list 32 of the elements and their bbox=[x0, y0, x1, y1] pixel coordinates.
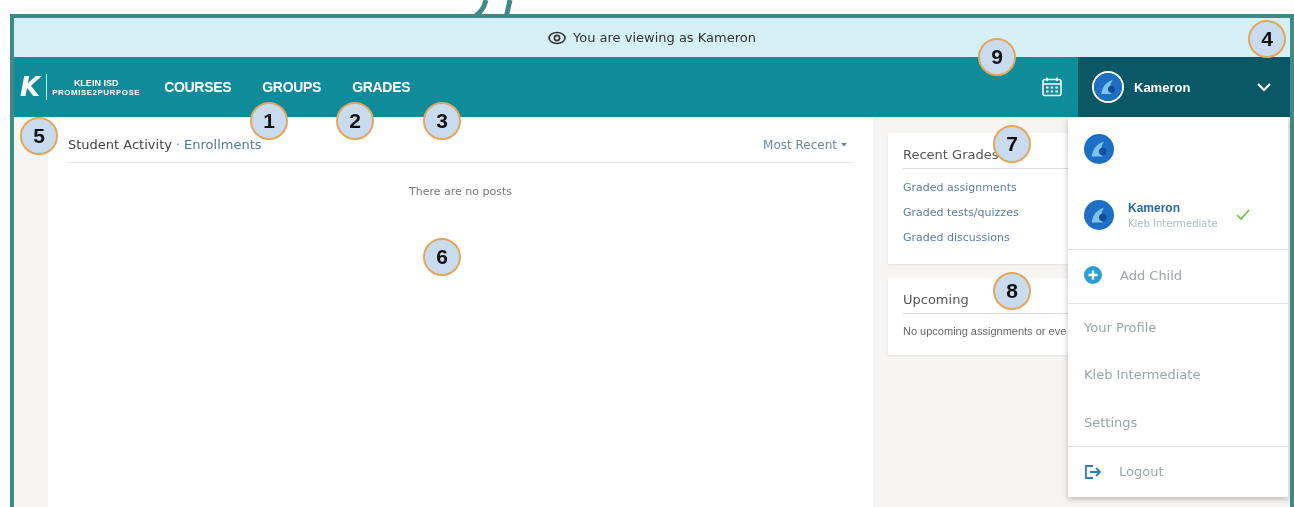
enrollments-link[interactable]: Enrollments bbox=[184, 137, 262, 152]
account-item[interactable]: Kameron Kleb Intermediate bbox=[1068, 180, 1288, 250]
nav-link[interactable]: GRADES bbox=[352, 79, 411, 95]
empty-message: No upcoming assignments or eve bbox=[903, 324, 1067, 339]
empty-message: There are no posts bbox=[408, 185, 513, 198]
eye-icon bbox=[548, 30, 567, 45]
logout-item[interactable]: Logout bbox=[1068, 445, 1288, 497]
avatar-icon bbox=[1092, 71, 1124, 103]
logo-tagline: PROMISE2PURPOSE bbox=[52, 87, 141, 97]
account-school: Kleb Intermediate bbox=[1128, 217, 1219, 229]
calendar-icon bbox=[1042, 77, 1062, 97]
plus-icon bbox=[1084, 266, 1102, 285]
sort-dropdown[interactable]: Most Recent bbox=[763, 137, 847, 152]
avatar-icon bbox=[1084, 133, 1114, 164]
avatar-icon bbox=[1084, 199, 1114, 230]
add-child-item[interactable]: Add Child bbox=[1068, 249, 1288, 301]
banner-text: You are viewing as Kameron bbox=[573, 30, 756, 45]
logout-icon bbox=[1084, 463, 1101, 480]
account-name: Kameron bbox=[1128, 200, 1181, 215]
caret-icon bbox=[841, 142, 847, 147]
user-menu-button[interactable]: Kameron bbox=[1078, 57, 1290, 117]
chevron-down-icon bbox=[1256, 80, 1272, 94]
menu-item[interactable]: Kleb Intermediate bbox=[1068, 350, 1288, 399]
separator-dot: · bbox=[175, 137, 181, 152]
logo-mark: K bbox=[20, 74, 48, 100]
checkmark-icon bbox=[1236, 209, 1250, 221]
calendar-button[interactable] bbox=[1042, 77, 1062, 97]
section-title: Student Activity bbox=[68, 137, 172, 152]
nav-link[interactable]: COURSES bbox=[164, 79, 232, 95]
logo-title: KLEIN ISD bbox=[73, 77, 119, 88]
nav-link[interactable]: GROUPS bbox=[262, 79, 322, 95]
menu-item[interactable]: Settings bbox=[1068, 398, 1288, 446]
